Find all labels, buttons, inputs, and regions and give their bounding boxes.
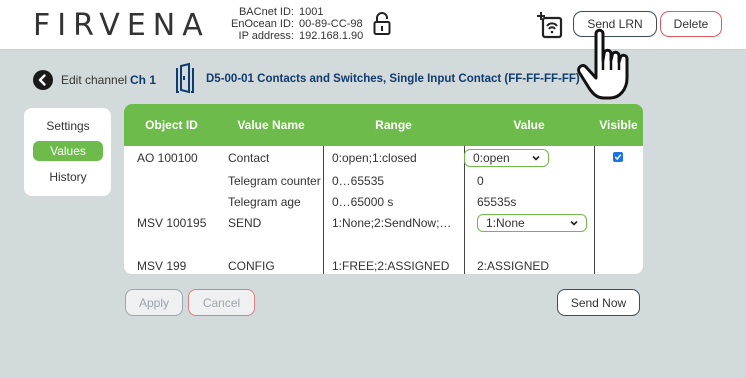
select-value: 0:open (473, 151, 510, 165)
row-object-id: MSV 100195 (137, 216, 207, 230)
row-range: 1:None;2:SendNow;… (332, 216, 452, 230)
tab-history[interactable]: History (33, 167, 103, 187)
tab-values[interactable]: Values (33, 141, 103, 161)
ip-address-value: 192.168.1.90 (299, 30, 364, 42)
col-visible: Visible (599, 118, 638, 132)
visible-checkbox[interactable] (613, 152, 623, 162)
door-contact-icon (176, 62, 194, 94)
delete-button[interactable]: Delete (660, 11, 722, 37)
cancel-button[interactable]: Cancel (188, 289, 255, 316)
chevron-down-icon (570, 220, 578, 226)
send-value-select[interactable]: 1:None (477, 214, 587, 232)
send-now-button[interactable]: Send Now (557, 289, 640, 316)
column-divider (594, 146, 595, 274)
row-range: 0…65535 (332, 174, 385, 188)
teach-in-wireless-icon (537, 12, 563, 39)
contact-value-select[interactable]: 0:open (464, 149, 549, 167)
row-object-id: MSV 199 (137, 259, 187, 273)
row-value-name: SEND (228, 216, 262, 230)
tab-settings[interactable]: Settings (33, 116, 103, 136)
row-object-id: AO 100100 (137, 151, 198, 165)
bacnet-id-value: 1001 (299, 6, 324, 18)
apply-button[interactable]: Apply (125, 289, 183, 316)
row-range: 1:FREE;2:ASSIGNED (332, 259, 450, 273)
side-tabs: Settings Values History (24, 108, 111, 196)
row-range: 0…65000 s (332, 195, 394, 209)
row-value-name: CONFIG (228, 259, 275, 273)
values-table: Object ID Value Name Range Value Visible… (124, 104, 643, 274)
hand-cursor-icon (577, 28, 629, 100)
row-value-name: Telegram counter (228, 174, 321, 188)
bacnet-id-label: BACnet ID: (238, 6, 294, 18)
row-value-name: Telegram age (228, 195, 301, 209)
col-range: Range (375, 118, 412, 132)
eep-profile-title: D5-00-01 Contacts and Switches, Single I… (206, 73, 580, 85)
enocean-id-value: 00-89-CC-98 (299, 18, 363, 30)
select-value: 1:None (486, 216, 525, 230)
checkmark-icon (614, 154, 622, 161)
ip-address-label: IP address: (238, 30, 294, 42)
table-header: Object ID Value Name Range Value Visible (124, 104, 643, 146)
row-value: 2:ASSIGNED (477, 259, 550, 273)
chevron-down-icon (532, 155, 540, 161)
row-value-name: Contact (228, 151, 270, 165)
col-object-id: Object ID (145, 118, 198, 132)
col-value: Value (513, 118, 545, 132)
row-value: 0 (477, 174, 484, 188)
channel-number: Ch 1 (130, 73, 157, 87)
column-divider (323, 146, 324, 274)
brand-logo: FIRVENA (33, 8, 210, 43)
row-value: 65535s (477, 195, 517, 209)
col-value-name: Value Name (237, 118, 305, 132)
edit-channel-label: Edit channel (61, 73, 128, 87)
unlock-icon[interactable] (373, 12, 391, 36)
device-info: BACnet ID: 1001 EnOcean ID: 00-89-CC-98 IP… (216, 6, 363, 42)
enocean-id-label: EnOcean ID: (231, 18, 294, 30)
row-range: 0:open;1:closed (332, 151, 417, 165)
back-arrow-icon[interactable] (33, 70, 53, 90)
